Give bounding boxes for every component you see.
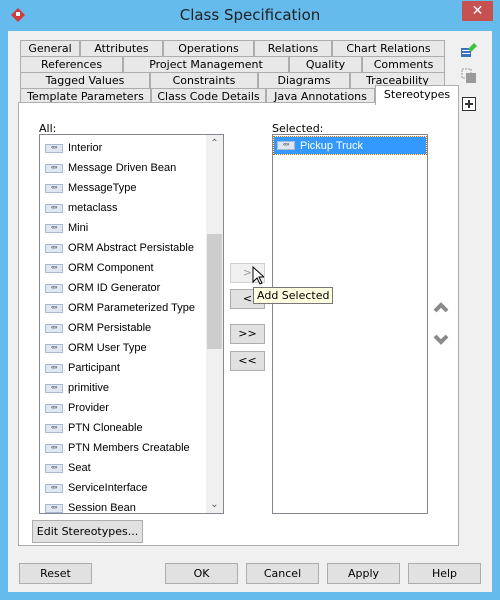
list-item-label: MessageType <box>68 182 137 194</box>
list-item-label: ORM Abstract Persistable <box>68 242 194 254</box>
add-icon[interactable] <box>460 95 478 113</box>
stereotype-icon: «» <box>45 483 63 493</box>
list-item-label: Seat <box>68 462 91 474</box>
list-item-label: Participant <box>68 362 120 374</box>
cancel-button[interactable]: Cancel <box>246 563 319 584</box>
tab-general[interactable]: General <box>20 40 80 56</box>
list-item[interactable]: «» Message Driven Bean <box>42 158 176 178</box>
all-list-scrollbar[interactable]: ⌃ ⌄ <box>206 135 223 513</box>
add-all-button[interactable]: >> <box>230 324 265 344</box>
tab-operations[interactable]: Operations <box>163 40 254 56</box>
help-button[interactable]: Help <box>408 563 481 584</box>
list-item-label: Message Driven Bean <box>68 162 177 174</box>
list-item-label: metaclass <box>68 202 118 214</box>
tab-constraints[interactable]: Constraints <box>150 72 258 88</box>
tab-project-management[interactable]: Project Management <box>123 56 289 72</box>
list-item-label: ORM Component <box>68 262 154 274</box>
stereotype-icon: «» <box>277 141 295 150</box>
stereotype-icon: «» <box>45 263 63 273</box>
stereotype-icon: «» <box>45 463 63 473</box>
stereotype-icon: «» <box>45 343 63 353</box>
move-down-icon[interactable] <box>432 334 450 346</box>
selected-stereotypes-list[interactable]: «» Pickup Truck <box>272 134 428 514</box>
title-bar: Class Specification ✕ <box>0 0 500 32</box>
list-item-label: Provider <box>68 402 109 414</box>
list-item-label: ORM Persistable <box>68 322 152 334</box>
apply-button[interactable]: Apply <box>327 563 400 584</box>
stereotype-icon: «» <box>45 163 63 173</box>
list-item[interactable]: «» ORM ID Generator <box>42 278 160 298</box>
list-item[interactable]: «» Session Bean <box>42 498 136 514</box>
tab-attributes[interactable]: Attributes <box>80 40 163 56</box>
list-item-label: ORM ID Generator <box>68 282 161 294</box>
tab-stereotypes[interactable]: Stereotypes <box>375 85 459 105</box>
list-item[interactable]: «» Participant <box>42 358 120 378</box>
list-item[interactable]: «» ORM User Type <box>42 338 147 358</box>
scroll-up-icon[interactable]: ⌃ <box>206 135 223 152</box>
tab-tagged-values[interactable]: Tagged Values <box>20 72 150 88</box>
list-item[interactable]: «» ORM Persistable <box>42 318 151 338</box>
tab-relations[interactable]: Relations <box>254 40 332 56</box>
list-item[interactable]: «» metaclass <box>42 198 118 218</box>
list-item-label: primitive <box>68 382 109 394</box>
list-item[interactable]: «» ORM Component <box>42 258 154 278</box>
list-item[interactable]: «» ORM Abstract Persistable <box>42 238 194 258</box>
list-item[interactable]: «» MessageType <box>42 178 136 198</box>
stereotype-icon: «» <box>45 443 63 453</box>
list-item[interactable]: «» PTN Cloneable <box>42 418 143 438</box>
stereotype-icon: «» <box>45 403 63 413</box>
close-button[interactable]: ✕ <box>462 1 493 21</box>
stereotype-icon: «» <box>45 303 63 313</box>
list-item[interactable]: «» ServiceInterface <box>42 478 147 498</box>
window-title: Class Specification <box>179 6 321 24</box>
stereotype-icon: «» <box>45 183 63 193</box>
list-item[interactable]: «» primitive <box>42 378 109 398</box>
dialog-body: General Attributes Operations Relations … <box>8 31 492 592</box>
list-item-label: PTN Members Creatable <box>68 442 190 454</box>
scrollbar-thumb[interactable] <box>207 234 222 350</box>
stereotype-icon: «» <box>45 503 63 513</box>
list-item-label: Session Bean <box>68 502 136 514</box>
ok-button[interactable]: OK <box>165 563 238 584</box>
list-item-label: ServiceInterface <box>68 482 148 494</box>
reset-button[interactable]: Reset <box>19 563 92 584</box>
list-item-label: Pickup Truck <box>300 139 363 152</box>
tab-chart-relations[interactable]: Chart Relations <box>332 40 445 56</box>
list-item[interactable]: «» PTN Members Creatable <box>42 438 190 458</box>
edit-model-icon[interactable] <box>460 41 478 59</box>
list-item-label: Mini <box>68 222 89 234</box>
scroll-down-icon[interactable]: ⌄ <box>206 496 223 513</box>
stereotype-icon: «» <box>45 143 63 153</box>
duplicate-icon[interactable] <box>460 67 478 85</box>
list-item[interactable]: «» Provider <box>42 398 109 418</box>
edit-stereotypes-button[interactable]: Edit Stereotypes... <box>32 520 143 543</box>
list-item-label: Interior <box>68 142 103 154</box>
list-item[interactable]: «» Interior <box>42 138 102 158</box>
remove-all-button[interactable]: << <box>230 351 265 371</box>
stereotype-icon: «» <box>45 283 63 293</box>
tab-comments[interactable]: Comments <box>362 56 445 72</box>
list-item[interactable]: «» ORM Parameterized Type <box>42 298 195 318</box>
tab-diagrams[interactable]: Diagrams <box>258 72 350 88</box>
mouse-cursor-icon <box>252 266 264 285</box>
list-item-label: PTN Cloneable <box>68 422 143 434</box>
stereotype-icon: «» <box>45 243 63 253</box>
tooltip: Add Selected <box>253 287 334 304</box>
stereotype-icon: «» <box>45 223 63 233</box>
stereotype-icon: «» <box>45 203 63 213</box>
tab-references[interactable]: References <box>20 56 123 72</box>
all-stereotypes-list[interactable]: «» Interior «» Message Driven Bean «» Message… <box>39 134 224 514</box>
tab-quality[interactable]: Quality <box>289 56 362 72</box>
stereotype-icon: «» <box>45 383 63 393</box>
move-up-icon[interactable] <box>432 301 450 313</box>
stereotype-icon: «» <box>45 363 63 373</box>
selected-list-item[interactable]: «» Pickup Truck <box>273 136 427 155</box>
stereotype-icon: «» <box>45 323 63 333</box>
list-item-label: ORM User Type <box>68 342 147 354</box>
stereotype-icon: «» <box>45 423 63 433</box>
list-item-label: ORM Parameterized Type <box>68 302 195 314</box>
list-item[interactable]: «» Mini <box>42 218 88 238</box>
list-item[interactable]: «» Seat <box>42 458 91 478</box>
stereotypes-panel: All: Selected: «» Interior «» Message Drive… <box>18 102 459 546</box>
